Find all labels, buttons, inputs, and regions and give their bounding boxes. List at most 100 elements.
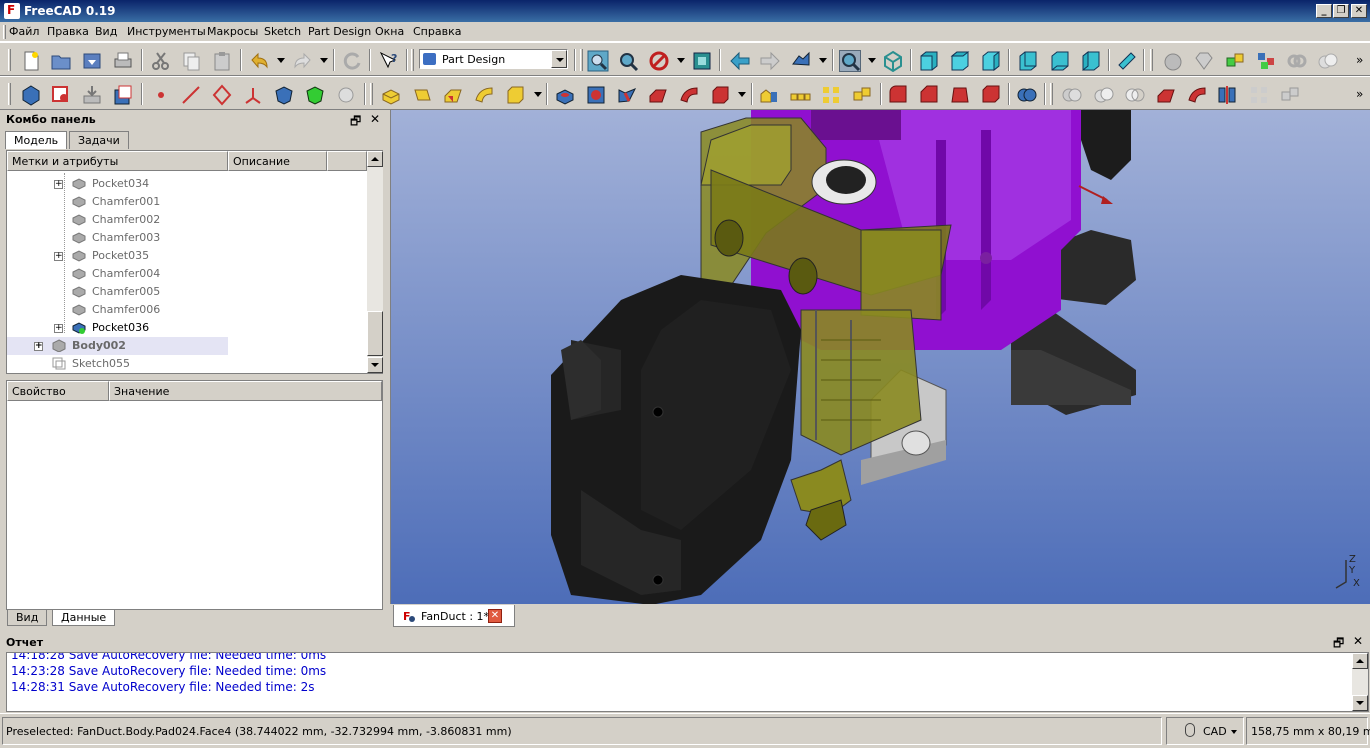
cut-icon[interactable] xyxy=(150,50,172,72)
menu-view[interactable]: Вид xyxy=(95,25,117,38)
report-view[interactable]: 14:18:28 Save AutoRecovery file: Needed … xyxy=(6,652,1369,712)
tree-item-active[interactable]: + Pocket036 xyxy=(7,319,367,337)
fit-selection-icon[interactable] xyxy=(617,50,639,72)
tree-item[interactable]: Chamfer005 xyxy=(7,283,367,301)
property-column-name[interactable]: Свойство xyxy=(7,381,109,401)
tree-item[interactable]: Chamfer002 xyxy=(7,211,367,229)
thickness-icon[interactable] xyxy=(980,84,1002,106)
additive-pipe-icon[interactable] xyxy=(473,84,495,106)
scroll-up-icon[interactable] xyxy=(1352,653,1368,669)
menu-help[interactable]: Справка xyxy=(413,25,461,38)
subtract-icon[interactable] xyxy=(1155,84,1177,106)
open-folder-icon[interactable] xyxy=(50,50,72,72)
create-group-icon[interactable] xyxy=(1255,50,1277,72)
fit-all-icon[interactable] xyxy=(587,50,609,72)
compound-icon[interactable] xyxy=(1279,84,1301,106)
additive-loft-icon[interactable] xyxy=(442,84,464,106)
scroll-down-icon[interactable] xyxy=(1352,695,1368,711)
isometric-view-icon[interactable] xyxy=(882,50,904,72)
diamond-icon[interactable] xyxy=(1193,50,1215,72)
array-icon[interactable] xyxy=(1248,84,1270,106)
subtractive-primitive-icon[interactable] xyxy=(709,84,731,106)
split-icon[interactable] xyxy=(1216,84,1238,106)
bounding-box-icon[interactable] xyxy=(691,50,713,72)
boolean-icon[interactable] xyxy=(1016,84,1038,106)
expand-icon[interactable]: + xyxy=(54,324,63,333)
top-view-icon[interactable] xyxy=(949,50,971,72)
tab-tasks[interactable]: Задачи xyxy=(69,131,129,149)
datum-point-icon[interactable] xyxy=(150,84,172,106)
report-scrollbar[interactable] xyxy=(1352,653,1368,711)
tree-item[interactable]: + Pocket035 xyxy=(7,247,367,265)
sync-dropdown-icon[interactable] xyxy=(819,58,827,63)
tree-item[interactable]: Chamfer006 xyxy=(7,301,367,319)
part-icon[interactable] xyxy=(1162,50,1184,72)
new-sketch-icon[interactable] xyxy=(50,84,72,106)
clone-icon[interactable] xyxy=(335,84,357,106)
redo-icon[interactable] xyxy=(292,50,314,72)
tree-column-description[interactable]: Описание xyxy=(228,151,327,171)
close-tab-icon[interactable]: ✕ xyxy=(488,609,502,623)
zoom-icon[interactable] xyxy=(839,50,861,72)
tree-item[interactable]: + Pocket034 xyxy=(7,175,367,193)
print-icon[interactable] xyxy=(112,50,134,72)
tab-data[interactable]: Данные xyxy=(52,610,116,626)
restore-button[interactable]: ❐ xyxy=(1333,4,1349,18)
pad-icon[interactable] xyxy=(380,84,402,106)
datum-line-icon[interactable] xyxy=(180,84,202,106)
draw-style-dropdown-icon[interactable] xyxy=(677,58,685,63)
forward-arrow-icon[interactable] xyxy=(759,50,781,72)
copy-icon[interactable] xyxy=(180,50,202,72)
shape-binder-icon[interactable] xyxy=(273,84,295,106)
link-icon[interactable] xyxy=(1286,50,1308,72)
close-button[interactable]: ✕ xyxy=(1351,4,1367,18)
subtractive-primitive-dropdown-icon[interactable] xyxy=(738,92,746,97)
hole-icon[interactable] xyxy=(585,84,607,106)
additive-primitive-dropdown-icon[interactable] xyxy=(534,92,542,97)
expand-icon[interactable]: + xyxy=(34,342,43,351)
left-view-icon[interactable] xyxy=(1080,50,1102,72)
menu-windows[interactable]: Окна xyxy=(375,25,404,38)
groove-icon[interactable] xyxy=(616,84,638,106)
revolution-icon[interactable] xyxy=(411,84,433,106)
mirrored-icon[interactable] xyxy=(758,84,780,106)
datum-plane-icon[interactable] xyxy=(211,84,233,106)
scroll-down-icon[interactable] xyxy=(367,357,383,373)
undo-icon[interactable] xyxy=(248,50,270,72)
intersection-icon[interactable] xyxy=(1124,84,1146,106)
polar-pattern-icon[interactable] xyxy=(820,84,842,106)
close-panel-icon[interactable]: ✕ xyxy=(370,112,380,126)
toolbar-overflow-icon[interactable]: » xyxy=(1356,53,1363,67)
undo-dropdown-icon[interactable] xyxy=(277,58,285,63)
multi-transform-icon[interactable] xyxy=(851,84,873,106)
refresh-icon[interactable] xyxy=(341,50,363,72)
bottom-view-icon[interactable] xyxy=(1049,50,1071,72)
menu-part-design[interactable]: Part Design xyxy=(308,25,371,38)
section-icon[interactable] xyxy=(1186,84,1208,106)
tree-item[interactable]: Chamfer003 xyxy=(7,229,367,247)
chamfer-icon[interactable] xyxy=(918,84,940,106)
tree-item[interactable]: Sketch055 xyxy=(7,355,367,373)
navigation-style-selector[interactable]: CAD xyxy=(1166,717,1244,745)
float-panel-icon[interactable]: 🗗 xyxy=(350,112,361,133)
draft-icon[interactable] xyxy=(949,84,971,106)
tree-column-labels[interactable]: Метки и атрибуты xyxy=(7,151,228,171)
union-icon[interactable] xyxy=(1093,84,1115,106)
draw-style-icon[interactable] xyxy=(648,50,670,72)
sync-view-icon[interactable] xyxy=(790,50,812,72)
pocket-icon[interactable] xyxy=(554,84,576,106)
expand-icon[interactable]: + xyxy=(54,252,63,261)
scroll-thumb[interactable] xyxy=(367,311,383,356)
subtractive-pipe-icon[interactable] xyxy=(678,84,700,106)
menu-edit[interactable]: Правка xyxy=(47,25,89,38)
create-body-icon[interactable] xyxy=(1224,50,1246,72)
chevron-down-icon[interactable] xyxy=(1231,730,1237,734)
tab-view[interactable]: Вид xyxy=(7,610,48,626)
subshape-binder-icon[interactable] xyxy=(304,84,326,106)
save-icon[interactable] xyxy=(81,50,103,72)
menu-macros[interactable]: Макросы xyxy=(207,25,258,38)
tree-item-body[interactable]: + Body002 xyxy=(7,337,228,355)
tree-item[interactable]: Chamfer004 xyxy=(7,265,367,283)
close-report-icon[interactable]: ✕ xyxy=(1353,634,1363,648)
body-icon[interactable] xyxy=(20,84,42,106)
